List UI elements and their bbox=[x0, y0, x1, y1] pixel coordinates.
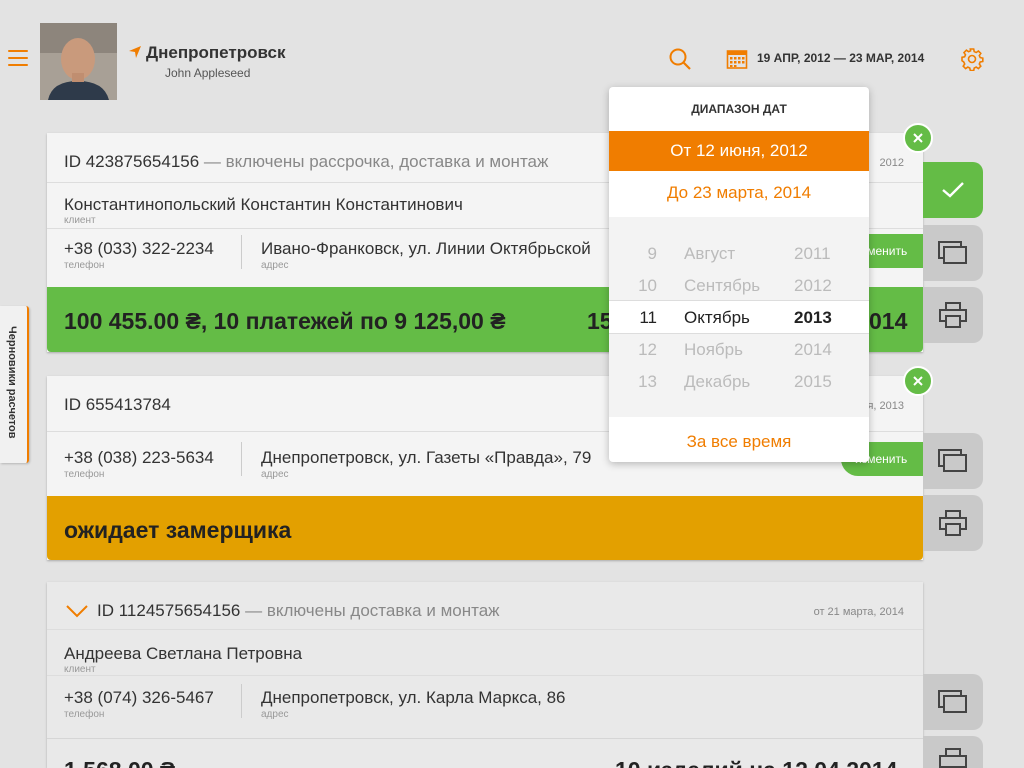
status-bar: ожидает замерщика bbox=[47, 496, 923, 560]
user-name: John Appleseed bbox=[165, 66, 251, 80]
picker-month[interactable]: Ноябрь bbox=[684, 340, 743, 360]
order-date: 2012 bbox=[879, 157, 904, 169]
payment-right-end: 014 bbox=[869, 308, 908, 334]
picker-day[interactable]: 11 bbox=[639, 308, 657, 328]
payment-summary: 100 455.00 ₴, 10 платежей по 9 125,00 ₴ bbox=[64, 308, 506, 334]
copy-button[interactable] bbox=[923, 225, 983, 281]
phone-label: телефон bbox=[64, 709, 105, 720]
picker-month[interactable]: Октябрь bbox=[684, 308, 750, 328]
copy-button[interactable] bbox=[923, 674, 983, 730]
search-icon[interactable] bbox=[668, 47, 692, 76]
order-id-line: ID 1124575654156 — включены доставка и м… bbox=[97, 601, 500, 621]
order-id: ID 423875654156 bbox=[64, 152, 200, 171]
check-icon bbox=[942, 182, 964, 198]
picker-year[interactable]: 2014 bbox=[794, 340, 832, 360]
picker-month[interactable]: Декабрь bbox=[684, 372, 750, 392]
client-name: Андреева Светлана Петровна bbox=[64, 644, 303, 663]
picker-day[interactable]: 13 bbox=[638, 372, 657, 392]
client-label: клиент bbox=[64, 664, 96, 675]
picker-year[interactable]: 2015 bbox=[794, 372, 832, 392]
status-text: ожидает замерщика bbox=[64, 517, 292, 543]
print-button[interactable] bbox=[923, 736, 983, 768]
date-to-field[interactable]: До 23 марта, 2014 bbox=[609, 173, 869, 213]
picker-day[interactable]: 10 bbox=[638, 276, 657, 296]
order-desc: — включены доставка и монтаж bbox=[240, 601, 500, 620]
date-range-popup: ДИАПАЗОН ДАТ От 12 июня, 2012 До 23 март… bbox=[609, 87, 869, 462]
divider bbox=[241, 235, 242, 269]
drafts-tab[interactable]: Черновики расчетов bbox=[0, 306, 29, 463]
phone-value: +38 (038) 223-5634 bbox=[64, 448, 214, 467]
phone-value: +38 (033) 322-2234 bbox=[64, 239, 214, 258]
menu-icon[interactable] bbox=[8, 50, 28, 70]
print-button[interactable] bbox=[923, 287, 983, 343]
confirm-button[interactable] bbox=[923, 162, 983, 218]
phone-label: телефон bbox=[64, 260, 105, 271]
date-range-button[interactable]: 19 АПР, 2012 — 23 МАР, 2014 bbox=[757, 51, 924, 65]
print-button[interactable] bbox=[923, 495, 983, 551]
address-label: адрес bbox=[261, 469, 289, 480]
all-time-button[interactable]: За все время bbox=[609, 422, 869, 462]
print-icon bbox=[939, 510, 967, 536]
chevron-down-icon[interactable] bbox=[65, 604, 89, 618]
client-label: клиент bbox=[64, 215, 96, 226]
address-value: Ивано-Франковск, ул. Линии Октябрьской bbox=[261, 239, 591, 258]
copy-button[interactable] bbox=[923, 433, 983, 489]
close-icon[interactable] bbox=[903, 366, 933, 396]
summary-bar: 1 568.00 ₴ 10 изделий на 12.04.2014 bbox=[47, 738, 923, 768]
address-label: адрес bbox=[261, 709, 289, 720]
picker-year[interactable]: 2011 bbox=[794, 244, 831, 264]
date-from-field[interactable]: От 12 июня, 2012 bbox=[609, 131, 869, 171]
divider bbox=[241, 684, 242, 718]
copy-icon bbox=[938, 690, 967, 713]
summary-total: 1 568.00 ₴ bbox=[64, 757, 175, 768]
close-icon[interactable] bbox=[903, 123, 933, 153]
gear-icon[interactable] bbox=[960, 47, 984, 76]
picker-year[interactable]: 2012 bbox=[794, 276, 832, 296]
summary-right: 10 изделий на 12.04.2014 bbox=[615, 757, 897, 768]
order-id: ID 1124575654156 bbox=[97, 601, 241, 620]
address-label: адрес bbox=[261, 260, 289, 271]
phone-label: телефон bbox=[64, 469, 105, 480]
phone-value: +38 (074) 326-5467 bbox=[64, 688, 214, 707]
order-id-line: ID 423875654156 — включены рассрочка, до… bbox=[64, 152, 548, 172]
popup-title: ДИАПАЗОН ДАТ bbox=[691, 102, 787, 116]
order-id: ID 655413784 bbox=[64, 395, 171, 414]
picker-month[interactable]: Август bbox=[684, 244, 735, 264]
order-date: от 21 марта, 2014 bbox=[813, 606, 904, 618]
picker-day[interactable]: 12 bbox=[638, 340, 657, 360]
date-picker-wheel[interactable]: 9 10 11 12 13 Август Сентябрь Октябрь Ноябрь Дека… bbox=[609, 217, 869, 417]
drafts-tab-label: Черновики расчетов bbox=[6, 326, 18, 439]
order-card[interactable]: ID 1124575654156 — включены доставка и м… bbox=[47, 582, 923, 768]
client-name: Константинопольский Константин Константи… bbox=[64, 195, 463, 214]
order-date: я, 2013 bbox=[867, 400, 904, 412]
city-name: Днепропетровск bbox=[146, 43, 286, 62]
divider bbox=[241, 442, 242, 476]
picker-year[interactable]: 2013 bbox=[794, 308, 832, 328]
avatar[interactable] bbox=[40, 23, 117, 100]
picker-day[interactable]: 9 bbox=[648, 244, 657, 264]
print-icon bbox=[939, 302, 967, 328]
print-icon bbox=[939, 748, 967, 768]
order-desc: — включены рассрочка, доставка и монтаж bbox=[199, 152, 549, 171]
address-value: Днепропетровск, ул. Карла Маркса, 86 bbox=[261, 688, 566, 707]
copy-icon bbox=[938, 449, 967, 472]
location-label[interactable]: Днепропетровск bbox=[128, 43, 285, 63]
location-arrow-icon bbox=[129, 46, 141, 58]
picker-month[interactable]: Сентябрь bbox=[684, 276, 760, 296]
copy-icon bbox=[938, 241, 967, 264]
address-value: Днепропетровск, ул. Газеты «Правда», 79 bbox=[261, 448, 592, 467]
calendar-icon[interactable] bbox=[726, 48, 748, 75]
